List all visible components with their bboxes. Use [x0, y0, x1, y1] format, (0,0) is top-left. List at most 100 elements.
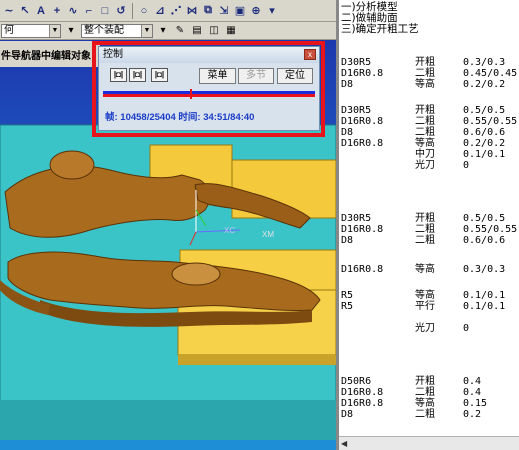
menu-button[interactable]: 菜单: [199, 68, 236, 84]
text-tool-button[interactable]: A: [34, 3, 48, 19]
curve-icon[interactable]: ∼: [2, 3, 16, 19]
header-line: 三)确定开粗工艺: [341, 23, 419, 35]
dropdown-arrow-icon[interactable]: ▾: [64, 24, 78, 38]
process-row: D50R6 开粗 0.4: [339, 376, 519, 387]
operation-name: 等高: [415, 398, 435, 409]
process-row: 光刀 0: [339, 323, 519, 334]
filter-icon[interactable]: ▤: [190, 24, 204, 38]
process-row: D8 二粗 0.6/0.6: [339, 235, 519, 246]
process-row: D16R0.8 二粗 0.45/0.45: [339, 68, 519, 79]
grid-icon[interactable]: ▦: [224, 24, 238, 38]
pause-button[interactable]: |◘|: [129, 68, 146, 82]
chevron-down-icon[interactable]: ▼: [141, 24, 152, 37]
operation-name: 光刀: [415, 160, 435, 171]
step-back-button[interactable]: |◘|: [110, 68, 127, 82]
operation-name: 二粗: [415, 224, 435, 235]
process-row: D16R0.8 等高 0.2/0.2: [339, 138, 519, 149]
allowance-value: 0.6/0.6: [463, 235, 506, 246]
slider-thumb[interactable]: [190, 89, 192, 99]
process-row: D16R0.8 等高 0.15: [339, 398, 519, 409]
multi-section-button[interactable]: 多节: [238, 68, 274, 84]
extrude-icon[interactable]: ▣: [233, 3, 247, 19]
allowance-value: 0.4: [463, 376, 482, 387]
tool-name: D16R0.8: [341, 398, 384, 409]
allowance-value: 0.4: [463, 387, 482, 398]
allowance-value: 0.15: [463, 398, 488, 409]
process-row: D8 二粗 0.2: [339, 409, 519, 420]
dialog-titlebar[interactable]: 控制 x: [99, 47, 319, 63]
close-icon[interactable]: x: [304, 49, 316, 60]
frame-time-status: 帧: 10458/25404 时间: 34:51/84:40: [105, 112, 255, 123]
mirror-icon[interactable]: ⋈: [185, 3, 199, 19]
process-row: D16R0.8 二粗 0.4: [339, 387, 519, 398]
toolbar-separator: [132, 2, 133, 19]
allowance-value: 0.2: [463, 409, 482, 420]
operation-name: 二粗: [415, 409, 435, 420]
process-row: R5 等高 0.1/0.1: [339, 290, 519, 301]
part-navigator-tab[interactable]: 件导航器中编辑对象: [0, 41, 100, 67]
operation-name: 平行: [415, 301, 435, 312]
allowance-value: 0.6/0.6: [463, 127, 506, 138]
allowance-value: 0.3/0.3: [463, 264, 506, 275]
assembly-scope-combo[interactable]: 整个装配 ▼: [81, 23, 153, 38]
operation-name: 等高: [415, 290, 435, 301]
mold-block-bottom-front: [178, 355, 336, 365]
part-upper-boss: [49, 150, 95, 180]
process-row: D16R0.8 二粗 0.55/0.55: [339, 224, 519, 235]
snap-icon[interactable]: ◫: [207, 24, 221, 38]
operation-name: 中刀: [415, 149, 435, 160]
spline-icon[interactable]: ∿: [66, 3, 80, 19]
operation-name: 二粗: [415, 116, 435, 127]
tool-name: D8: [341, 79, 354, 90]
measure-icon[interactable]: ⊕: [249, 3, 263, 19]
allowance-value: 0.45/0.45: [463, 68, 518, 79]
allowance-value: 0.55/0.55: [463, 224, 518, 235]
copy-icon[interactable]: ⧉: [201, 3, 215, 19]
process-row: D8 二粗 0.6/0.6: [339, 127, 519, 138]
process-row: D16R0.8 等高 0.3/0.3: [339, 264, 519, 275]
pencil-icon[interactable]: ✎: [173, 24, 187, 38]
circle-icon[interactable]: ○: [137, 3, 151, 19]
move-icon[interactable]: ⇲: [217, 3, 231, 19]
notes-panel[interactable]: 一)分析模型 二)做辅助面 三)确定开粗工艺 D30R5 开粗 0.3/0.3 D16…: [339, 0, 519, 450]
tool-name: D8: [341, 235, 354, 246]
trim-icon[interactable]: ⊿: [153, 3, 167, 19]
operation-name: 二粗: [415, 127, 435, 138]
cad-viewport[interactable]: ∼ ↖ A + ∿ ⌐ □ ↺ ○ ⊿ ⋰ ⋈ ⧉ ⇲ ▣ ⊕ ▾ 何 ▼ ▾: [0, 0, 336, 450]
playback-slider[interactable]: [103, 89, 315, 99]
mold-model[interactable]: [0, 100, 336, 450]
more-icon[interactable]: ▾: [265, 3, 279, 19]
operation-name: 等高: [415, 264, 435, 275]
scroll-left-icon[interactable]: ◀: [341, 439, 347, 448]
filter-combo[interactable]: 何 ▼: [1, 23, 61, 38]
fillet-icon[interactable]: ⌐: [82, 3, 96, 19]
chevron-down-icon[interactable]: ▼: [49, 24, 60, 37]
assembly-scope-value: 整个装配: [84, 24, 124, 36]
point-icon[interactable]: +: [50, 3, 64, 19]
allowance-value: 0.1/0.1: [463, 301, 506, 312]
step-forward-button[interactable]: |◘|: [151, 68, 168, 82]
playback-control-dialog[interactable]: 控制 x |◘| |◘| |◘| 菜单 多节 定位 帧: 10458/25404…: [98, 46, 320, 131]
tool-name: D50R6: [341, 376, 372, 387]
tool-name: D16R0.8: [341, 264, 384, 275]
allowance-value: 0.55/0.55: [463, 116, 518, 127]
tool-name: D16R0.8: [341, 68, 384, 79]
tool-name: D8: [341, 409, 354, 420]
filter-combo-value: 何: [4, 24, 14, 36]
locate-button[interactable]: 定位: [277, 68, 313, 84]
offset-icon[interactable]: ⋰: [169, 3, 183, 19]
operation-name: 二粗: [415, 68, 435, 79]
tool-name: D16R0.8: [341, 224, 384, 235]
tool-name: R5: [341, 301, 354, 312]
arrow-select-icon[interactable]: ↖: [18, 3, 32, 19]
operation-name: 开粗: [415, 376, 435, 387]
undo-icon[interactable]: ↺: [114, 3, 128, 19]
horizontal-scrollbar[interactable]: ◀: [339, 436, 519, 450]
slider-track-bottom: [103, 94, 315, 97]
process-row: D16R0.8 二粗 0.55/0.55: [339, 116, 519, 127]
allowance-value: 0.2/0.2: [463, 138, 506, 149]
process-row: D30R5 开粗 0.5/0.5: [339, 105, 519, 116]
rectangle-icon[interactable]: □: [98, 3, 112, 19]
part-navigator-label: 件导航器中编辑对象: [1, 51, 91, 62]
select-options-icon[interactable]: ▾: [156, 24, 170, 38]
